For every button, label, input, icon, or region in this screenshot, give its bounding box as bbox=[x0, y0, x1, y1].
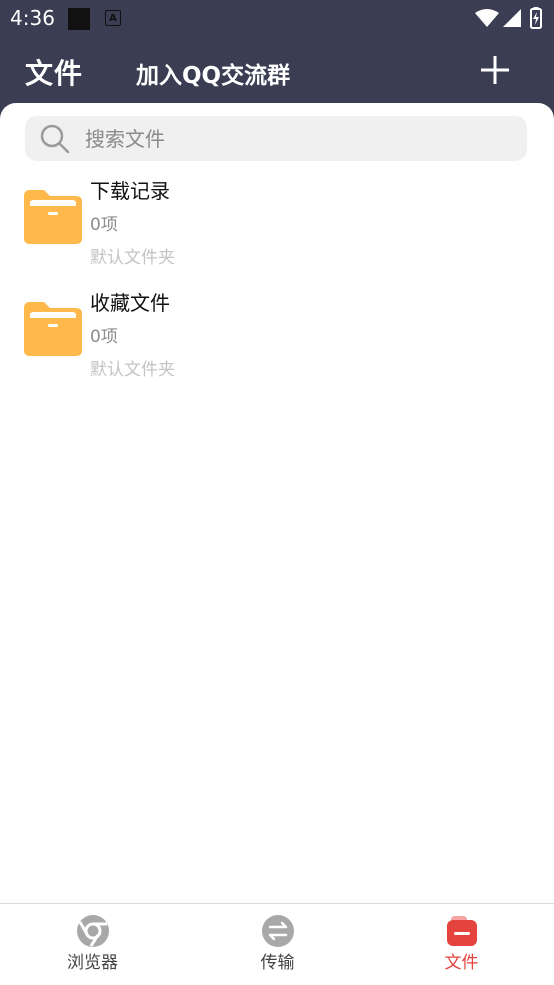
folder-item-favorites[interactable]: 收藏文件 0项 默认文件夹 bbox=[0, 287, 554, 387]
folder-icon bbox=[24, 302, 82, 356]
join-qq-group-link[interactable]: 加入QQ交流群 bbox=[136, 56, 290, 90]
bottom-tab-bar: 浏览器 传输 文件 bbox=[0, 903, 554, 985]
folder-item-downloads[interactable]: 下载记录 0项 默认文件夹 bbox=[0, 175, 554, 275]
battery-icon bbox=[530, 7, 542, 29]
notification-a-icon: A bbox=[105, 10, 121, 26]
wifi-icon bbox=[475, 9, 499, 27]
tab-transfer[interactable]: 传输 bbox=[185, 904, 370, 985]
search-icon bbox=[40, 124, 70, 153]
folder-description: 默认文件夹 bbox=[90, 248, 175, 268]
transfer-icon bbox=[261, 915, 294, 947]
status-bar: 4:36 A bbox=[0, 0, 554, 36]
search-bar[interactable] bbox=[25, 116, 527, 161]
folder-count: 0项 bbox=[90, 215, 118, 235]
tab-browser[interactable]: 浏览器 bbox=[0, 904, 185, 985]
app-header: 文件 加入QQ交流群 bbox=[0, 36, 554, 104]
folder-description: 默认文件夹 bbox=[90, 360, 175, 380]
folder-name: 下载记录 bbox=[90, 179, 170, 203]
page-title: 文件 bbox=[25, 57, 84, 90]
tab-label: 文件 bbox=[444, 953, 479, 973]
status-time: 4:36 bbox=[10, 6, 55, 30]
add-icon[interactable] bbox=[477, 52, 513, 88]
folder-count: 0项 bbox=[90, 327, 118, 347]
file-list-panel: 下载记录 0项 默认文件夹 收藏文件 0项 默认文件夹 bbox=[0, 103, 554, 903]
folder-name: 收藏文件 bbox=[90, 291, 170, 315]
folder-icon bbox=[24, 190, 82, 244]
signal-icon bbox=[503, 9, 521, 27]
tab-label: 传输 bbox=[260, 953, 295, 973]
files-icon bbox=[446, 916, 477, 946]
notification-square-icon bbox=[68, 8, 90, 30]
tab-label: 浏览器 bbox=[67, 953, 118, 973]
search-input[interactable] bbox=[83, 125, 507, 152]
browser-icon bbox=[76, 915, 109, 947]
tab-files[interactable]: 文件 bbox=[369, 904, 554, 985]
